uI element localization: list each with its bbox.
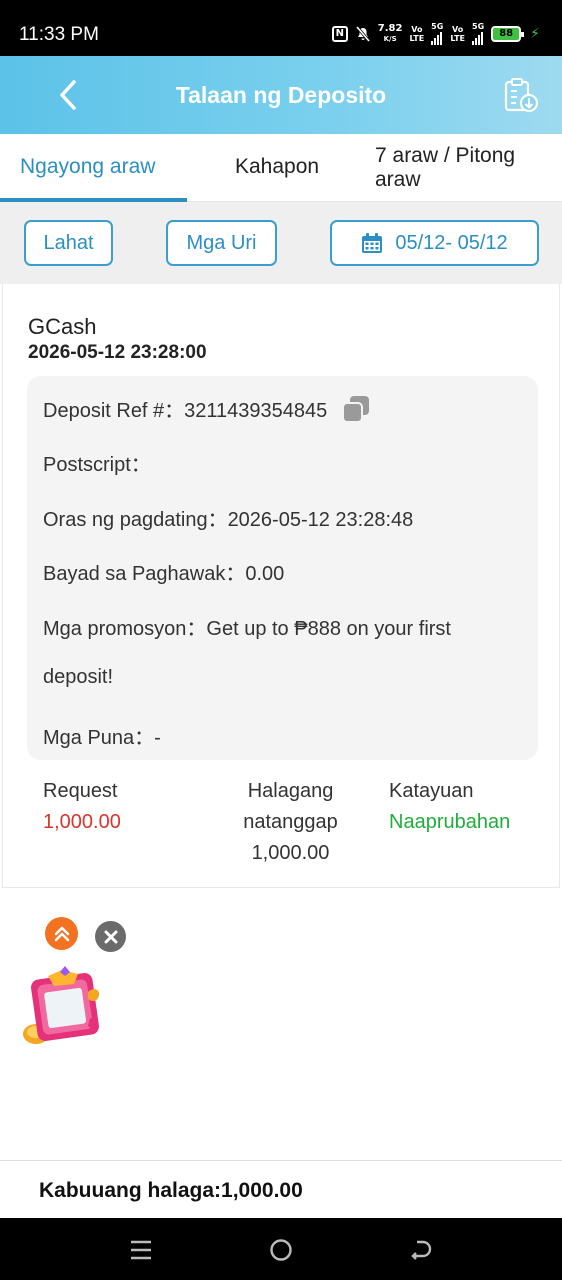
page-title: Talaan ng Deposito <box>175 82 387 108</box>
promotion-row-cont: deposit! <box>43 666 113 689</box>
record-details: Deposit Ref #：3211439354845 Postscript： … <box>27 376 538 760</box>
volte-2: Vo LTE <box>450 25 465 43</box>
signal-icon <box>431 31 443 45</box>
filter-types-label: Mga Uri <box>186 231 257 254</box>
remarks-value: - <box>154 727 161 749</box>
date-tabs: Ngayong araw Kahapon 7 araw / Pitong ara… <box>0 134 562 202</box>
mute-icon <box>355 25 370 42</box>
postscript-label: Postscript： <box>43 454 151 476</box>
date-range-button[interactable]: 05/12- 05/12 <box>330 220 539 266</box>
net-speed-value: 7.82 <box>377 22 403 34</box>
tab-yesterday[interactable]: Kahapon <box>235 155 319 179</box>
tab-today[interactable]: Ngayong araw <box>20 155 155 179</box>
arrival-time-value: 2026-05-12 23:28:48 <box>227 509 414 531</box>
deposit-record-card: GCash 2026-05-12 23:28:00 Deposit Ref #：… <box>2 284 560 888</box>
system-nav-bar <box>0 1218 562 1280</box>
net-speed-unit: K/S <box>383 34 397 43</box>
remarks-row: Mga Puna：- <box>43 721 161 750</box>
record-datetime: 2026-05-12 23:28:00 <box>28 342 207 363</box>
battery-icon: 88 <box>491 25 525 42</box>
back-icon[interactable] <box>407 1236 435 1264</box>
app-header: Talaan ng Deposito <box>0 56 562 134</box>
copy-icon[interactable] <box>341 394 371 424</box>
request-label: Request <box>43 780 118 802</box>
promotion-label: Mga promosyon： <box>43 618 207 640</box>
total-bar: Kabuuang halaga:1,000.00 <box>0 1160 562 1218</box>
deposit-ref-value: 3211439354845 <box>184 400 328 422</box>
received-amount: 1,000.00 <box>251 842 330 864</box>
signal-2-label: 5G <box>472 22 485 31</box>
promotion-row: Mga promosyon：Get up to ₱888 on your fir… <box>43 612 451 641</box>
close-icon[interactable] <box>95 921 126 952</box>
payment-provider: GCash <box>28 314 97 339</box>
received-label: Halagang <box>247 780 334 802</box>
volte-1: Vo LTE <box>409 25 424 43</box>
filter-all-label: Lahat <box>43 231 94 254</box>
received-label-cont: natanggap <box>243 811 338 833</box>
status-icons: N 7.82 K/S Vo LTE 5G Vo LTE 5G 88 ⚡ <box>331 22 540 45</box>
menu-icon[interactable] <box>127 1236 155 1264</box>
nfc-icon: N <box>331 25 348 42</box>
signal-2: 5G <box>472 22 484 45</box>
net-speed: 7.82 K/S <box>377 22 403 44</box>
total-amount: Kabuuang halaga:1,000.00 <box>39 1179 303 1202</box>
volte-2-top: Vo <box>452 24 464 34</box>
promotion-value-cont: deposit! <box>43 666 114 688</box>
home-circle-icon[interactable] <box>267 1236 295 1264</box>
status-label: Katayuan <box>389 780 474 802</box>
date-range-label: 05/12- 05/12 <box>395 231 508 254</box>
charging-icon: ⚡ <box>530 25 540 42</box>
request-amount: 1,000.00 <box>43 811 121 833</box>
signal-1: 5G <box>431 22 443 45</box>
remarks-label: Mga Puna： <box>43 727 155 749</box>
handling-fee-label: Bayad sa Paghawak： <box>43 563 246 585</box>
signal-1-label: 5G <box>431 22 444 31</box>
handling-fee-value: 0.00 <box>245 563 285 585</box>
filter-bar: Lahat Mga Uri 05/12- 05/12 <box>0 202 562 284</box>
tab-seven-days[interactable]: 7 araw / Pitong araw <box>375 144 545 192</box>
volte-1-bottom: LTE <box>409 33 425 43</box>
promotion-value: Get up to ₱888 on your first <box>206 618 451 640</box>
status-time: 11:33 PM <box>19 24 99 45</box>
arrival-time-row: Oras ng pagdating：2026-05-12 23:28:48 <box>43 503 413 532</box>
deposit-ref-row: Deposit Ref #：3211439354845 <box>43 394 371 427</box>
status-badge: Naaprubahan <box>389 811 511 833</box>
deposit-ref-label: Deposit Ref #： <box>43 400 185 422</box>
status-bar: 11:33 PM N 7.82 K/S Vo LTE 5G Vo LTE 5G 88 … <box>0 0 562 56</box>
handling-fee-row: Bayad sa Paghawak：0.00 <box>43 557 284 586</box>
calendar-icon <box>362 233 383 253</box>
signal-icon <box>472 31 484 45</box>
arrival-time-label: Oras ng pagdating： <box>43 509 228 531</box>
volte-2-bottom: LTE <box>450 33 466 43</box>
volte-1-top: Vo <box>411 24 423 34</box>
filter-types-button[interactable]: Mga Uri <box>166 220 277 266</box>
gift-box-icon[interactable] <box>18 962 110 1054</box>
postscript-row: Postscript： <box>43 448 151 477</box>
filter-all-button[interactable]: Lahat <box>24 220 113 266</box>
chevron-double-up-icon[interactable] <box>45 917 78 950</box>
export-download-icon[interactable] <box>502 76 540 114</box>
